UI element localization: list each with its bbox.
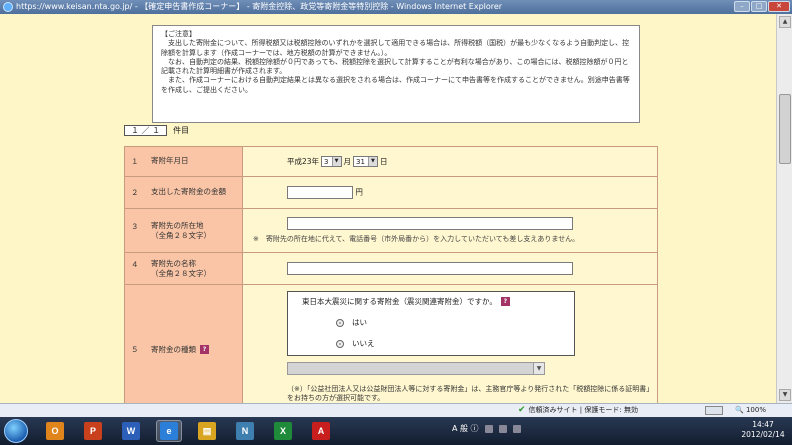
field-sublabel: （全角２８文字） bbox=[151, 268, 211, 278]
network-icon[interactable] bbox=[484, 424, 493, 433]
app-n-icon: N bbox=[236, 422, 254, 440]
taskbar-excel-button[interactable]: X bbox=[270, 420, 296, 442]
window-controls: – □ ✕ bbox=[734, 1, 790, 12]
field-sublabel: （全角２８文字） bbox=[151, 230, 211, 240]
protected-mode-icon[interactable] bbox=[705, 406, 723, 415]
scroll-up-icon[interactable]: ▲ bbox=[779, 16, 791, 28]
flag-icon[interactable] bbox=[512, 424, 521, 433]
radio-yes[interactable]: はい bbox=[336, 317, 566, 328]
system-tray: A 般 ⓘ bbox=[452, 423, 521, 434]
excel-icon: X bbox=[274, 422, 292, 440]
field-label: 寄附先の名称 bbox=[151, 258, 196, 268]
window-titlebar: https://www.keisan.nta.go.jp/ - 【確定申告書作成… bbox=[0, 0, 792, 14]
address-input[interactable] bbox=[287, 217, 573, 230]
ime-indicator[interactable]: A 般 ⓘ bbox=[452, 423, 479, 434]
row-number: ５ bbox=[131, 345, 139, 354]
taskbar-ie-button[interactable]: e bbox=[156, 420, 182, 442]
type-note: （※）「公益社団法人又は公益財団法人等に対する寄附金」は、主務官庁等より発行され… bbox=[287, 385, 650, 402]
day-select[interactable]: 31 ▼ bbox=[353, 156, 378, 167]
record-counter: １ ／ １ 件目 bbox=[124, 125, 189, 136]
outlook-icon: O bbox=[46, 422, 64, 440]
clock[interactable]: 14:47 2012/02/14 bbox=[738, 420, 788, 440]
radio-circle-icon bbox=[336, 318, 344, 327]
taskbar-outlook-button[interactable]: O bbox=[42, 420, 68, 442]
word-icon: W bbox=[122, 422, 140, 440]
taskbar-word-button[interactable]: W bbox=[118, 420, 144, 442]
chevron-down-icon: ▼ bbox=[331, 157, 341, 166]
chevron-down-icon: ▼ bbox=[367, 157, 377, 166]
field-label: 寄附金の種類 bbox=[151, 344, 196, 354]
taskbar-powerpoint-button[interactable]: P bbox=[80, 420, 106, 442]
month-select[interactable]: 3 ▼ bbox=[321, 156, 342, 167]
row-recipient-address: ３ 寄附先の所在地 （全角２８文字） ※ 寄附先の所在地に代えて、電話番号（市外… bbox=[124, 208, 658, 253]
field-label: 寄附年月日 bbox=[151, 156, 189, 165]
status-bar: ✔ 信頼済みサイト | 保護モード: 無効 🔍 100% bbox=[0, 403, 792, 417]
security-zone[interactable]: ✔ 信頼済みサイト | 保護モード: 無効 bbox=[518, 404, 638, 417]
taskbar: O P We ▤ N X A A 般 ⓘ 14:47 2012/02/14 bbox=[0, 417, 792, 445]
taskbar-acrobat-button[interactable]: A bbox=[308, 420, 334, 442]
minimize-button[interactable]: – bbox=[734, 1, 750, 12]
taskbar-folder-button[interactable]: ▤ bbox=[194, 420, 220, 442]
clock-time: 14:47 bbox=[752, 420, 774, 429]
notice-line-2: なお、自動判定の結果、税額控除額が０円であっても、税額控除を選択して計算すること… bbox=[161, 57, 629, 76]
radio-circle-icon bbox=[336, 339, 344, 348]
month-unit: 月 bbox=[343, 157, 352, 166]
page-viewport: 【ご注意】 支出した寄附金について、所得税額又は税額控除のいずれかを選択して適用… bbox=[0, 14, 776, 403]
row-donation-type: ５ 寄附金の種類 ? 東日本大震災に関する寄附金（震災関連寄附金）ですか。 ? … bbox=[124, 284, 658, 403]
row-number: ２ bbox=[131, 188, 139, 197]
taskbar-app-n-button[interactable]: N bbox=[232, 420, 258, 442]
row-recipient-name: ４ 寄附先の名称 （全角２８文字） bbox=[124, 252, 658, 285]
record-counter-value: １ ／ １ bbox=[124, 125, 168, 136]
maximize-button[interactable]: □ bbox=[751, 1, 767, 12]
donation-form: １ 寄附年月日 平成23年 3 ▼ 月 31 ▼ 日 ２ 支出した寄附金の金額 … bbox=[124, 146, 658, 403]
disaster-question: 東日本大震災に関する寄附金（震災関連寄附金）ですか。 bbox=[302, 297, 497, 306]
row-number: １ bbox=[131, 157, 139, 166]
era-label: 平成23年 bbox=[287, 157, 320, 166]
recipient-name-input[interactable] bbox=[287, 262, 573, 275]
start-button[interactable] bbox=[4, 419, 28, 443]
acrobat-icon: A bbox=[312, 422, 330, 440]
record-counter-suffix: 件目 bbox=[173, 126, 190, 135]
field-label: 支出した寄附金の金額 bbox=[151, 187, 226, 196]
amount-unit: 円 bbox=[355, 187, 363, 197]
day-unit: 日 bbox=[379, 157, 388, 166]
scroll-thumb[interactable] bbox=[779, 94, 791, 164]
volume-icon[interactable] bbox=[498, 424, 507, 433]
notice-line-3: また、作成コーナーにおける自動判定結果とは異なる選択をされる場合は、作成コーナー… bbox=[161, 76, 630, 94]
row-donation-amount: ２ 支出した寄附金の金額 円 bbox=[124, 176, 658, 209]
vertical-scrollbar[interactable]: ▲ ▼ bbox=[776, 14, 792, 403]
scroll-down-icon[interactable]: ▼ bbox=[779, 389, 791, 401]
amount-input[interactable] bbox=[287, 186, 353, 199]
disaster-question-box: 東日本大震災に関する寄附金（震災関連寄附金）ですか。 ? はい いいえ bbox=[287, 291, 575, 356]
notice-heading: 【ご注意】 bbox=[161, 30, 196, 38]
row-number: ３ bbox=[131, 221, 139, 231]
check-icon: ✔ bbox=[518, 405, 526, 415]
folder-icon: ▤ bbox=[198, 422, 216, 440]
chevron-down-icon: ▼ bbox=[533, 363, 544, 374]
field-label: 寄附先の所在地 bbox=[151, 220, 204, 230]
help-icon[interactable]: ? bbox=[200, 345, 209, 354]
radio-no[interactable]: いいえ bbox=[336, 338, 566, 349]
ie-icon: e bbox=[160, 422, 178, 440]
window-title: https://www.keisan.nta.go.jp/ - 【確定申告書作成… bbox=[16, 2, 503, 11]
close-button[interactable]: ✕ bbox=[768, 1, 790, 12]
donation-type-select[interactable]: ▼ bbox=[287, 362, 545, 375]
row-number: ４ bbox=[131, 259, 139, 269]
help-icon[interactable]: ? bbox=[500, 297, 510, 306]
zoom-level[interactable]: 🔍 100% bbox=[735, 404, 766, 417]
address-note: ※ 寄附先の所在地に代えて、電話番号（市外局番から）を入力していただいても差し支… bbox=[253, 235, 580, 243]
notice-line-1: 支出した寄附金について、所得税額又は税額控除のいずれかを選択して適用できる場合は… bbox=[161, 39, 630, 57]
notice-box: 【ご注意】 支出した寄附金について、所得税額又は税額控除のいずれかを選択して適用… bbox=[152, 25, 640, 123]
row-donation-date: １ 寄附年月日 平成23年 3 ▼ 月 31 ▼ 日 bbox=[124, 146, 658, 177]
powerpoint-icon: P bbox=[84, 422, 102, 440]
ie-icon bbox=[3, 2, 13, 12]
clock-date: 2012/02/14 bbox=[741, 430, 785, 439]
